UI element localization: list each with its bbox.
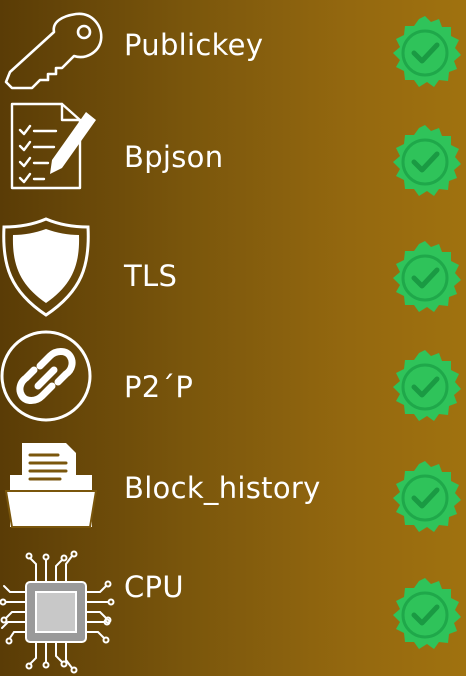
- key-icon: [0, 0, 104, 112]
- status-row-tls: TLS: [0, 215, 466, 327]
- status-row-block-history: Block_history: [0, 435, 466, 547]
- status-row-cpu: CPU: [0, 546, 466, 674]
- row-label-block-history: Block_history: [124, 471, 321, 505]
- check-badge-icon: [386, 239, 464, 317]
- check-badge-icon: [386, 576, 464, 654]
- link-icon: [0, 330, 104, 442]
- cpu-chip-icon: [0, 546, 115, 676]
- check-badge-icon: [386, 14, 464, 92]
- shield-icon: [0, 215, 104, 327]
- status-row-publickey: Publickey: [0, 0, 466, 112]
- document-folder-icon: [0, 435, 104, 547]
- checklist-document-icon: [0, 100, 104, 212]
- check-badge-icon: [386, 459, 464, 537]
- row-label-bpjson: Bpjson: [124, 140, 224, 174]
- status-list: Publickey Bpjson TLS P2´P Block_history …: [0, 0, 466, 676]
- check-badge-icon: [386, 123, 464, 201]
- status-row-p2p: P2´P: [0, 330, 466, 442]
- row-label-publickey: Publickey: [124, 28, 264, 62]
- row-label-p2p: P2´P: [124, 370, 194, 404]
- status-row-bpjson: Bpjson: [0, 100, 466, 212]
- row-label-cpu: CPU: [124, 570, 184, 604]
- row-label-tls: TLS: [124, 259, 178, 293]
- check-badge-icon: [386, 348, 464, 426]
